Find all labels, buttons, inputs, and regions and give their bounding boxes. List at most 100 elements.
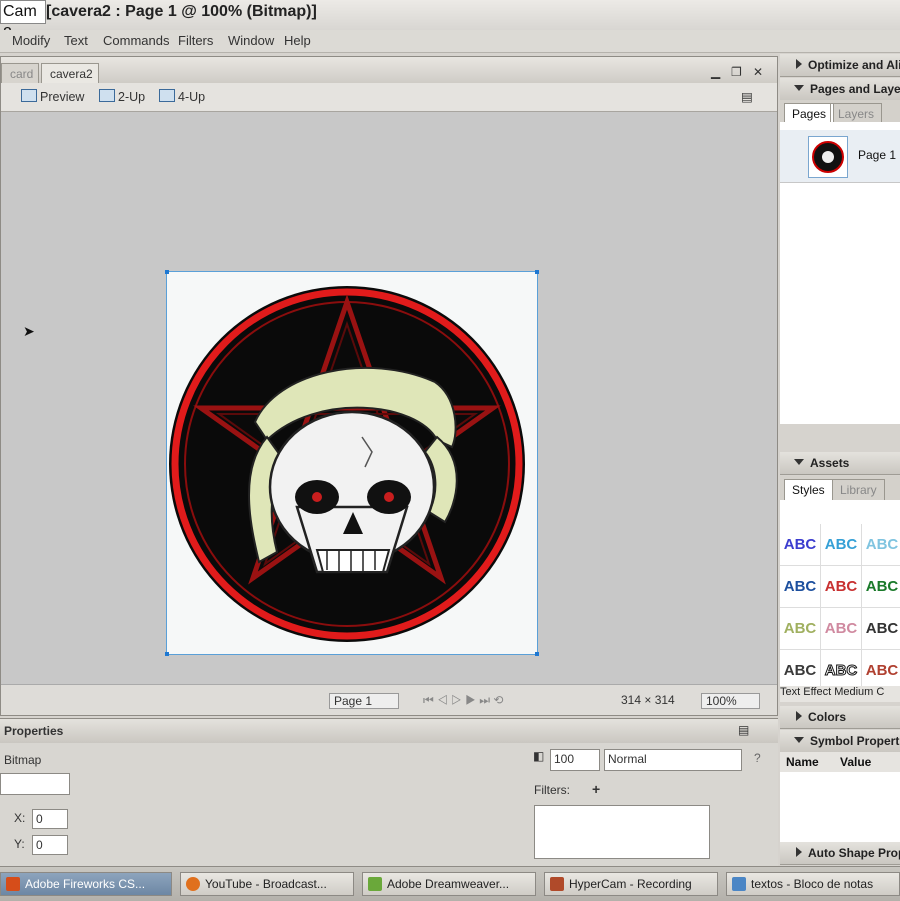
style-swatch[interactable]: ABC xyxy=(821,566,862,608)
minimize-icon[interactable]: ▁ xyxy=(711,65,720,79)
tab-card[interactable]: card xyxy=(1,63,39,83)
tab-cavera2[interactable]: cavera2 xyxy=(41,63,99,83)
style-swatch[interactable]: ABC xyxy=(862,524,900,566)
four-up-icon xyxy=(159,89,175,102)
colors-panel-title: Colors xyxy=(808,710,847,724)
menu-filters[interactable]: Filters xyxy=(178,33,213,48)
mouse-cursor-icon: ➤ xyxy=(23,323,35,339)
window-title: [cavera2 : Page 1 @ 100% (Bitmap)] xyxy=(46,3,317,20)
taskbar-label: Adobe Dreamweaver... xyxy=(387,877,510,891)
canvas-image[interactable] xyxy=(165,270,539,656)
page-thumbnail[interactable] xyxy=(808,136,848,178)
zoom-selector[interactable]: 100% xyxy=(701,693,760,709)
taskbar-notepad[interactable]: textos - Bloco de notas xyxy=(726,872,900,896)
expand-icon xyxy=(796,847,802,857)
preview-label: Preview xyxy=(40,90,85,104)
two-up-button[interactable]: 2-Up xyxy=(99,89,145,104)
style-swatch[interactable]: ABC xyxy=(862,566,900,608)
help-icon[interactable]: ? xyxy=(754,751,761,765)
y-label: Y: xyxy=(14,837,25,851)
menu-modify[interactable]: Modify xyxy=(12,33,50,48)
assets-panel-header[interactable]: Assets xyxy=(780,452,900,475)
taskbar-label: Adobe Fireworks CS... xyxy=(25,877,146,891)
selection-handle[interactable] xyxy=(535,270,539,274)
taskbar-label: YouTube - Broadcast... xyxy=(205,877,327,891)
filters-list[interactable] xyxy=(534,805,710,859)
page-setup-icon[interactable]: ▤ xyxy=(741,89,753,104)
taskbar-label: HyperCam - Recording xyxy=(569,877,692,891)
optimize-panel-title: Optimize and Align xyxy=(808,58,900,72)
tab-layers[interactable]: Layers xyxy=(830,103,883,124)
tab-pages[interactable]: Pages xyxy=(784,103,835,124)
selection-handle[interactable] xyxy=(165,652,169,656)
close-icon[interactable]: ✕ xyxy=(753,65,763,79)
opacity-icon: ◧ xyxy=(533,749,545,763)
style-swatch[interactable]: ABC xyxy=(780,608,821,650)
canvas-area[interactable]: ➤ xyxy=(1,112,777,684)
tab-library[interactable]: Library xyxy=(832,479,885,500)
skull-pentagram-artwork xyxy=(169,286,525,642)
style-swatch[interactable]: ABC xyxy=(780,524,821,566)
menu-text[interactable]: Text xyxy=(64,33,88,48)
taskbar: Adobe Fireworks CS... YouTube - Broadcas… xyxy=(0,866,900,901)
app-name-fragment: Cam 2 xyxy=(0,0,46,42)
pages-panel-header[interactable]: Pages and Layers xyxy=(780,78,900,101)
page-selector[interactable]: Page 1 xyxy=(329,693,400,709)
symbol-list xyxy=(780,772,900,842)
object-type: Bitmap xyxy=(4,753,42,767)
preview-button[interactable]: Preview xyxy=(21,89,84,104)
notepad-icon xyxy=(732,877,746,891)
page-item-label: Page 1 xyxy=(858,148,897,162)
styles-grid: ABC ABC ABC ABC ABC ABC ABC ABC ABC ABC ABC ABC xyxy=(780,500,900,692)
y-field[interactable]: 0 xyxy=(32,835,68,855)
colors-panel-header[interactable]: Colors xyxy=(780,706,900,729)
tab-styles[interactable]: Styles xyxy=(784,479,833,500)
two-up-icon xyxy=(99,89,115,102)
style-swatch[interactable]: ABC xyxy=(862,608,900,650)
four-up-button[interactable]: 4-Up xyxy=(159,89,205,104)
view-toolbar: Preview 2-Up 4-Up ▤ xyxy=(1,83,777,112)
menu-commands[interactable]: Commands xyxy=(103,33,169,48)
selection-handle[interactable] xyxy=(165,270,169,274)
document-window: card cavera2 ▁ ❐ ✕ Preview 2-Up 4-Up ▤ ➤… xyxy=(0,56,778,716)
hypercam-icon xyxy=(550,877,564,891)
taskbar-fireworks[interactable]: Adobe Fireworks CS... xyxy=(0,872,172,896)
auto-shape-panel-header[interactable]: Auto Shape Properties xyxy=(780,842,900,865)
x-field[interactable]: 0 xyxy=(32,809,68,829)
expand-icon xyxy=(796,711,802,721)
taskbar-youtube[interactable]: YouTube - Broadcast... xyxy=(180,872,354,896)
collapse-icon xyxy=(794,737,804,743)
playback-controls[interactable]: ⏮ ◁ ▷ ▶ ⏭ ⟲ xyxy=(423,693,503,708)
taskbar-hypercam[interactable]: HyperCam - Recording xyxy=(544,872,718,896)
page-thumbnail-image xyxy=(812,141,844,173)
taskbar-dreamweaver[interactable]: Adobe Dreamweaver... xyxy=(362,872,536,896)
style-swatch[interactable]: ABC xyxy=(780,566,821,608)
object-name-field[interactable] xyxy=(0,773,70,795)
properties-title: Properties xyxy=(4,724,64,738)
taskbar-label: textos - Bloco de notas xyxy=(751,877,874,891)
optimize-panel-header[interactable]: Optimize and Align xyxy=(780,54,900,77)
panel-menu-icon[interactable]: ▤ xyxy=(738,723,749,737)
two-up-label: 2-Up xyxy=(118,90,146,104)
menu-help[interactable]: Help xyxy=(284,33,311,48)
properties-panel: Properties ▤ Bitmap X: 0 Y: 0 ◧ 100 Norm… xyxy=(0,718,778,867)
dreamweaver-icon xyxy=(368,877,382,891)
menu-bar: Modify Text Commands Filters Window Help xyxy=(0,30,900,53)
style-swatch[interactable]: ABC xyxy=(821,524,862,566)
symbol-columns: Name Value xyxy=(780,752,900,773)
style-swatch[interactable]: ABC xyxy=(821,608,862,650)
restore-icon[interactable]: ❐ xyxy=(731,65,742,79)
blend-mode-select[interactable]: Normal xyxy=(604,749,742,771)
opacity-field[interactable]: 100 xyxy=(550,749,600,771)
x-label: X: xyxy=(14,811,26,825)
styles-caption: Text Effect Medium C xyxy=(780,686,900,702)
document-tab-strip: card cavera2 ▁ ❐ ✕ xyxy=(1,57,777,83)
properties-header: Properties ▤ xyxy=(0,719,778,743)
selection-handle[interactable] xyxy=(535,652,539,656)
fireworks-icon xyxy=(6,877,20,891)
add-filter-button[interactable]: + xyxy=(592,781,600,797)
status-bar: Page 1 ⏮ ◁ ▷ ▶ ⏭ ⟲ 314 × 314 100% xyxy=(1,684,777,715)
menu-window[interactable]: Window xyxy=(228,33,274,48)
symbol-panel-header[interactable]: Symbol Properties xyxy=(780,730,900,753)
column-value: Value xyxy=(840,755,872,769)
